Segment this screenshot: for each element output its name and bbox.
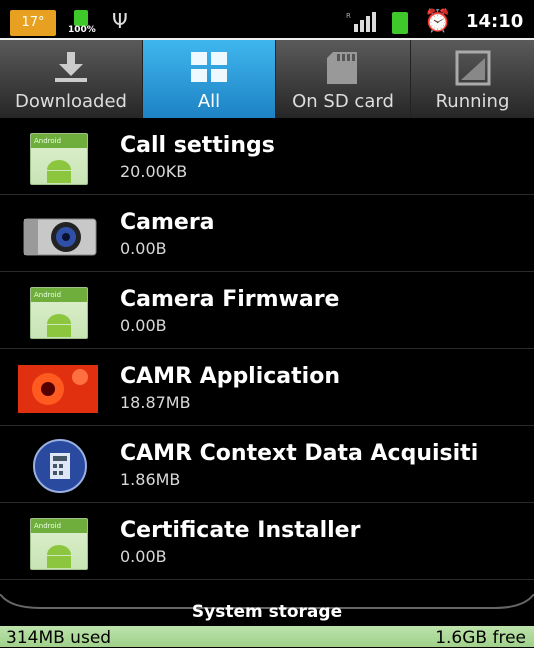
camera-icon [22, 207, 98, 263]
storage-panel: System storage 314MB used 1.6GB free [0, 594, 534, 648]
battery-icon: 100% [68, 8, 96, 36]
storage-used: 314MB used [6, 628, 112, 648]
app-list: Android Call settings 20.00KB Camera 0.0… [0, 118, 534, 580]
app-name: Call settings [120, 133, 275, 158]
tab-label: On SD card [292, 91, 394, 112]
flower-icon [18, 361, 98, 417]
android-icon: Android [22, 130, 98, 186]
app-size: 0.00B [120, 547, 167, 566]
list-item[interactable]: CAMR Context Data Acquisiti 1.86MB [0, 426, 534, 503]
tab-running[interactable]: Running [411, 40, 534, 118]
signal-icon: R [346, 12, 376, 32]
alarm-icon: ⏰ [424, 9, 452, 34]
tab-bar: Downloaded All On SD card Running [0, 40, 534, 118]
app-size: 18.87MB [120, 393, 191, 412]
app-name: Camera Firmware [120, 287, 340, 312]
app-size: 0.00B [120, 239, 167, 258]
battery-percent: 100% [68, 25, 96, 35]
status-bar: 17° 100% Ψ R ⏰ 14:10 [0, 0, 534, 40]
clock: 14:10 [466, 11, 524, 32]
list-item[interactable]: Android Camera Firmware 0.00B [0, 272, 534, 349]
temperature-badge: 17° [10, 10, 56, 36]
tab-downloaded[interactable]: Downloaded [0, 40, 143, 118]
storage-free: 1.6GB free [435, 628, 526, 648]
list-item[interactable]: Android Call settings 20.00KB [0, 118, 534, 195]
list-item[interactable]: Camera 0.00B [0, 195, 534, 272]
app-name: Certificate Installer [120, 518, 361, 543]
list-item[interactable]: Android Certificate Installer 0.00B [0, 503, 534, 580]
download-icon [55, 52, 87, 82]
usb-icon: Ψ [112, 9, 128, 33]
app-size: 1.86MB [120, 470, 181, 489]
battery-status-icon [392, 12, 408, 34]
tab-label: Downloaded [15, 91, 127, 112]
grid-icon [191, 52, 227, 82]
app-size: 20.00KB [120, 162, 188, 181]
app-name: CAMR Context Data Acquisiti [120, 441, 479, 466]
android-icon: Android [22, 515, 98, 571]
tab-label: Running [435, 91, 510, 112]
calculator-icon [22, 438, 98, 494]
list-item[interactable]: CAMR Application 18.87MB [0, 349, 534, 426]
running-icon [455, 50, 490, 86]
app-name: CAMR Application [120, 364, 340, 389]
android-icon: Android [22, 284, 98, 340]
tab-label: All [197, 91, 221, 112]
tab-sd-card[interactable]: On SD card [276, 40, 411, 118]
svg-text:R: R [346, 12, 351, 20]
sd-card-icon [327, 52, 357, 84]
app-size: 0.00B [120, 316, 167, 335]
storage-title: System storage [191, 602, 343, 622]
app-name: Camera [120, 210, 215, 235]
tab-all[interactable]: All [143, 40, 276, 118]
